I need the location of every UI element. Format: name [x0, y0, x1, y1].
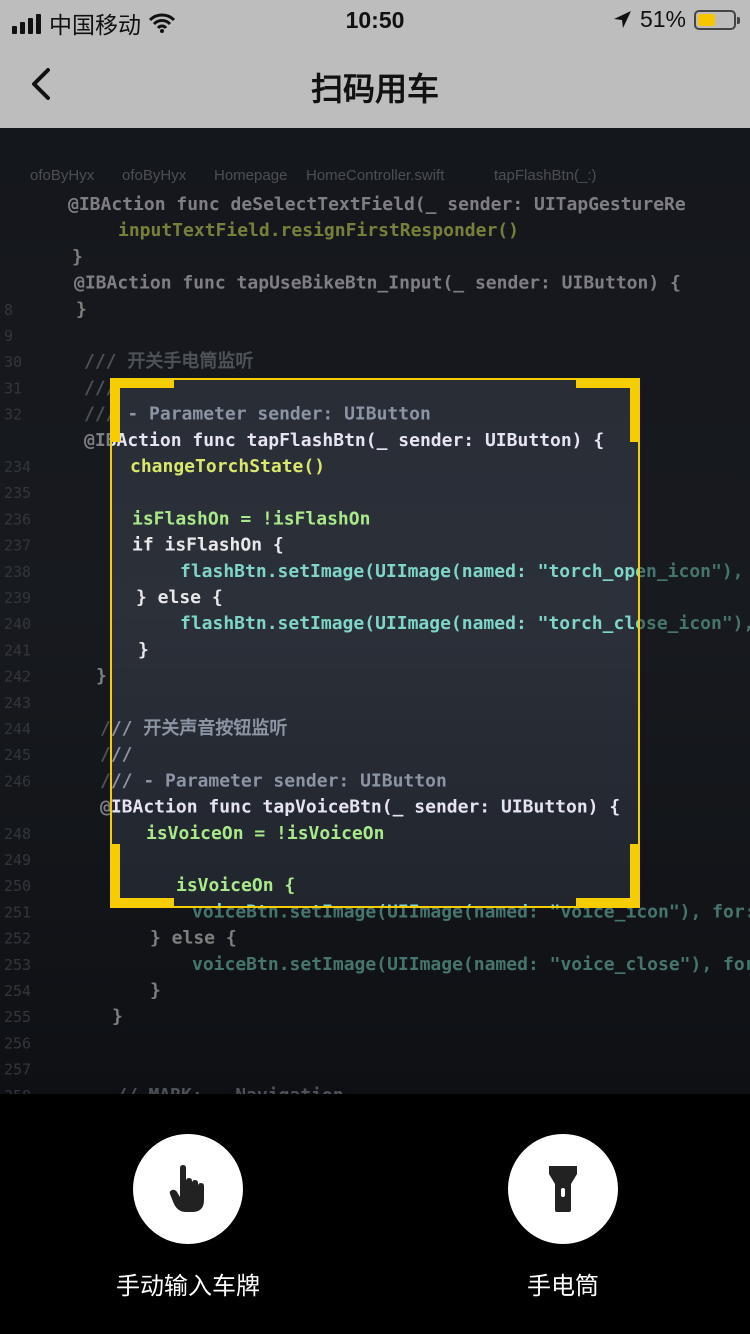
manual-input-label: 手动输入车牌: [116, 1273, 260, 1300]
bottom-action-bar: 手动输入车牌 手电筒: [0, 1094, 750, 1334]
battery-percent: 51%: [639, 6, 686, 32]
scan-corner-top-right: [576, 378, 640, 442]
flashlight-icon: [549, 1166, 577, 1212]
scan-mask-top: [0, 128, 750, 378]
page-title: 扫码用车: [310, 71, 439, 107]
status-bar: 中国移动 10:50 51%: [0, 0, 750, 40]
status-right: 51%: [612, 6, 740, 33]
battery-icon: [694, 9, 740, 30]
scan-corner-top-left: [110, 378, 174, 442]
manual-input-circle[interactable]: [133, 1134, 243, 1244]
flashlight-button[interactable]: 手电筒: [453, 1134, 673, 1301]
scan-mask-right: [640, 378, 750, 908]
scan-mask-left: [0, 378, 110, 908]
flashlight-circle[interactable]: [508, 1134, 618, 1244]
scan-mask-bottom: [0, 908, 750, 1094]
scan-corner-bottom-left: [110, 844, 174, 908]
battery-fill: [698, 13, 716, 26]
navigation-bar: 扫码用车: [0, 40, 750, 128]
scan-corner-bottom-right: [576, 844, 640, 908]
manual-input-button[interactable]: 手动输入车牌: [78, 1134, 298, 1301]
location-arrow-icon: [613, 10, 631, 28]
scan-frame: [110, 378, 640, 908]
hand-pointer-icon: [169, 1165, 204, 1212]
flashlight-label: 手电筒: [527, 1273, 599, 1300]
